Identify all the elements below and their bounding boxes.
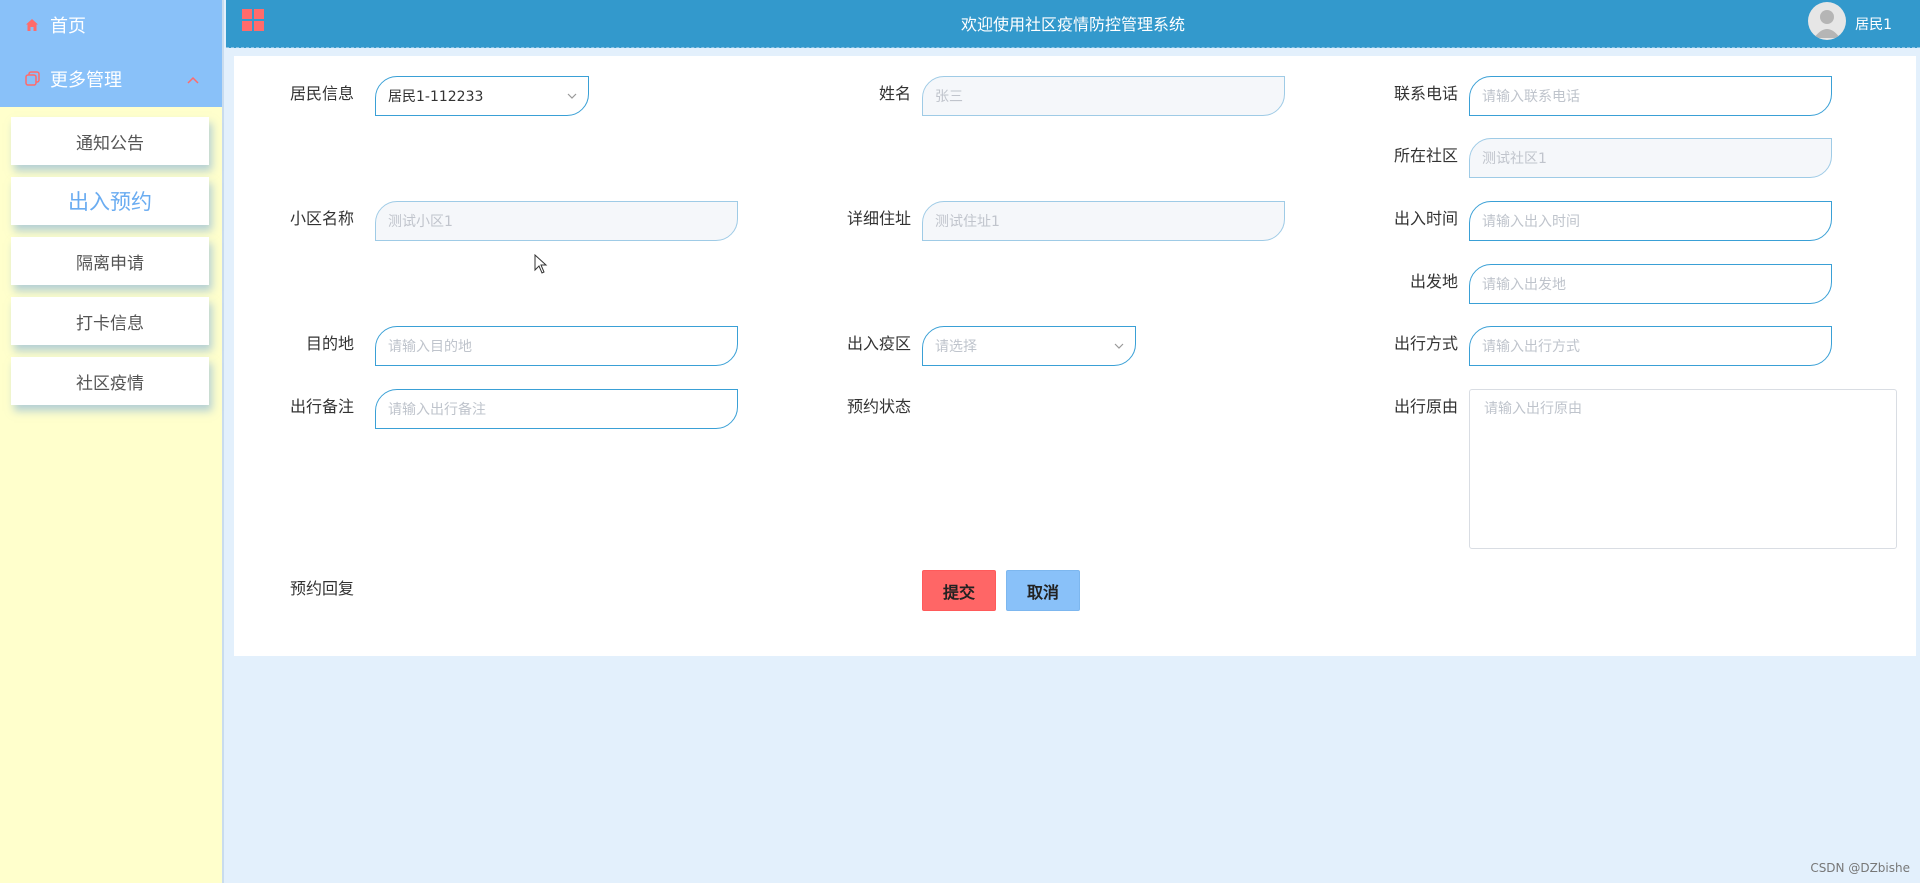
- note-placeholder: 请输入出行备注: [388, 402, 486, 418]
- reason-textarea[interactable]: 请输入出行原由: [1469, 389, 1897, 549]
- travel-mode-placeholder: 请输入出行方式: [1482, 339, 1580, 355]
- destination-field[interactable]: 请输入目的地: [375, 326, 738, 366]
- sidebar: 首页 更多管理 通知公告 出入预约 隔离申请 打卡信息 社区疫情: [0, 0, 224, 883]
- resident-info-value: 居民1-112233: [388, 89, 484, 105]
- epidemic-zone-placeholder: 请选择: [935, 339, 977, 355]
- system-title: 欢迎使用社区疫情防控管理系统: [960, 15, 1185, 34]
- home-icon: [24, 17, 40, 33]
- submit-button[interactable]: 提交: [922, 570, 996, 611]
- resident-info-label: 居民信息: [289, 84, 354, 103]
- address-placeholder: 测试住址1: [935, 214, 1000, 230]
- reason-placeholder: 请输入出行原由: [1484, 401, 1582, 417]
- chevron-down-icon: [1113, 340, 1125, 352]
- epidemic-zone-label: 出入疫区: [846, 334, 911, 353]
- sidebar-item-home[interactable]: 首页: [0, 0, 222, 50]
- phone-placeholder: 请输入联系电话: [1482, 89, 1580, 105]
- sidebar-item-quarantine[interactable]: 隔离申请: [11, 237, 209, 285]
- estate-field[interactable]: 测试小区1: [375, 201, 738, 241]
- user-name[interactable]: 居民1: [1855, 14, 1892, 34]
- reservation-form: 居民信息 居民1-112233 姓名 张三 联系电话 请输入联系电话 所在社区 …: [234, 56, 1916, 656]
- sidebar-item-notice[interactable]: 通知公告: [11, 117, 209, 165]
- reason-label: 出行原由: [1393, 397, 1458, 416]
- time-field[interactable]: 请输入出入时间: [1469, 201, 1832, 241]
- time-placeholder: 请输入出入时间: [1482, 214, 1580, 230]
- copy-icon: [24, 71, 40, 87]
- community-placeholder: 测试社区1: [1482, 151, 1547, 167]
- note-field[interactable]: 请输入出行备注: [375, 389, 738, 429]
- sidebar-item-epidemic[interactable]: 社区疫情: [11, 357, 209, 405]
- name-placeholder: 张三: [935, 89, 963, 105]
- sidebar-more-label: 更多管理: [50, 69, 122, 91]
- status-label: 预约状态: [846, 397, 911, 416]
- sidebar-header: 首页 更多管理: [0, 0, 222, 107]
- cancel-button[interactable]: 取消: [1006, 570, 1080, 611]
- sidebar-home-label: 首页: [50, 16, 86, 37]
- origin-field[interactable]: 请输入出发地: [1469, 264, 1832, 304]
- time-label: 出入时间: [1393, 209, 1458, 228]
- sidebar-submenu: 通知公告 出入预约 隔离申请 打卡信息 社区疫情: [0, 107, 222, 405]
- mouse-cursor-icon: [534, 253, 548, 274]
- name-field[interactable]: 张三: [922, 76, 1285, 116]
- chevron-up-icon[interactable]: [186, 72, 200, 86]
- origin-placeholder: 请输入出发地: [1482, 277, 1566, 293]
- travel-mode-label: 出行方式: [1393, 334, 1458, 353]
- estate-label: 小区名称: [289, 209, 354, 228]
- name-label: 姓名: [878, 84, 911, 103]
- origin-label: 出发地: [1409, 272, 1458, 291]
- community-label: 所在社区: [1393, 146, 1458, 165]
- community-field[interactable]: 测试社区1: [1469, 138, 1832, 178]
- address-field[interactable]: 测试住址1: [922, 201, 1285, 241]
- chevron-down-icon: [566, 90, 578, 102]
- avatar[interactable]: [1808, 2, 1846, 40]
- phone-label: 联系电话: [1393, 84, 1458, 103]
- epidemic-zone-select[interactable]: 请选择: [922, 326, 1136, 366]
- destination-placeholder: 请输入目的地: [388, 339, 472, 355]
- sidebar-item-more[interactable]: 更多管理: [0, 50, 222, 107]
- top-bar: 欢迎使用社区疫情防控管理系统 居民1: [226, 0, 1920, 48]
- estate-placeholder: 测试小区1: [388, 214, 453, 230]
- travel-mode-field[interactable]: 请输入出行方式: [1469, 326, 1832, 366]
- watermark: CSDN @DZbishe: [1810, 861, 1910, 875]
- address-label: 详细住址: [846, 209, 911, 228]
- resident-info-select[interactable]: 居民1-112233: [375, 76, 589, 116]
- phone-field[interactable]: 请输入联系电话: [1469, 76, 1832, 116]
- sidebar-item-reservation[interactable]: 出入预约: [11, 177, 209, 225]
- reply-label: 预约回复: [289, 579, 354, 598]
- sidebar-item-checkin[interactable]: 打卡信息: [11, 297, 209, 345]
- note-label: 出行备注: [289, 397, 354, 416]
- destination-label: 目的地: [305, 334, 354, 353]
